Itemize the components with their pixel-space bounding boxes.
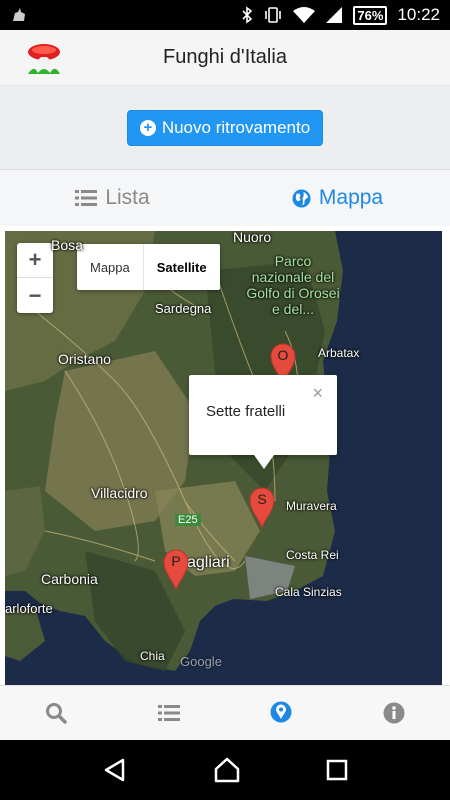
- tab-map-label: Mappa: [318, 186, 384, 209]
- park-label: Parco nazionale del Golfo di Orosei e de…: [246, 253, 340, 317]
- nav-list[interactable]: [113, 686, 226, 740]
- map-marker[interactable]: S: [249, 487, 275, 529]
- place-label: Muravera: [286, 499, 337, 513]
- recents-icon[interactable]: [326, 759, 348, 781]
- place-label: Bosa: [51, 237, 83, 253]
- place-label: Chia: [140, 649, 165, 663]
- info-window-text: Sette fratelli: [206, 403, 286, 420]
- app-title: Funghi d'Italia: [163, 46, 287, 68]
- signal-icon: [326, 7, 343, 23]
- globe-icon: [292, 188, 311, 208]
- new-finding-label: Nuovo ritrovamento: [161, 117, 311, 137]
- map-marker[interactable]: P: [163, 549, 189, 591]
- place-label: Oristano: [58, 351, 111, 367]
- back-icon[interactable]: [102, 757, 128, 783]
- place-label: Costa Rei: [286, 548, 339, 562]
- map-view[interactable]: + − Mappa Satellite Nuoro Bosa Parco naz…: [5, 231, 442, 685]
- nav-info[interactable]: [338, 686, 450, 740]
- map-type-control: Mappa Satellite: [77, 244, 220, 290]
- notification-icon: [13, 8, 25, 21]
- view-tabs: Lista Mappa: [0, 170, 450, 226]
- place-label: Carbonia: [41, 571, 98, 587]
- place-label: Cala Sinzias: [275, 585, 342, 599]
- status-bar: 76% 10:22: [0, 0, 450, 30]
- list-icon: [157, 705, 180, 721]
- nav-map[interactable]: [225, 686, 338, 740]
- tab-map[interactable]: Mappa: [225, 170, 450, 226]
- app-bar: Funghi d'Italia: [0, 30, 450, 86]
- place-label: agliari: [187, 554, 230, 571]
- bottom-navigation: [0, 685, 450, 740]
- mushroom-logo: [28, 44, 60, 74]
- info-icon: [383, 702, 405, 724]
- info-window: Sette fratelli ×: [189, 375, 337, 469]
- satellite-imagery: [5, 231, 442, 685]
- place-label: Villacidro: [91, 485, 148, 501]
- map-marker-icon: [270, 701, 292, 723]
- home-icon[interactable]: [213, 756, 241, 784]
- bluetooth-icon: [242, 6, 253, 24]
- place-label: Nuoro: [233, 231, 272, 245]
- system-navigation-bar: [0, 740, 450, 800]
- battery-indicator: 76%: [353, 5, 388, 25]
- zoom-control: + −: [17, 243, 53, 313]
- info-window-close-button[interactable]: ×: [312, 383, 323, 404]
- place-label: Sardegna: [155, 301, 212, 316]
- search-icon: [46, 703, 67, 724]
- zoom-in-button[interactable]: +: [17, 243, 53, 278]
- vibrate-icon: [265, 7, 282, 23]
- google-attribution: Google: [180, 654, 222, 669]
- plus-circle-icon: +: [139, 119, 156, 136]
- info-window-tail: [254, 455, 274, 469]
- wifi-icon: [293, 7, 316, 23]
- map-type-satellite-button[interactable]: Satellite: [144, 244, 220, 290]
- new-finding-button[interactable]: + Nuovo ritrovamento: [126, 109, 324, 146]
- marker-letter: S: [257, 491, 267, 507]
- place-label: arloforte: [5, 601, 53, 616]
- nav-search[interactable]: [0, 686, 113, 740]
- marker-letter: P: [171, 553, 181, 569]
- tab-list[interactable]: Lista: [0, 170, 225, 226]
- clock: 10:22: [397, 5, 440, 24]
- marker-letter: O: [277, 347, 289, 363]
- list-icon: [75, 190, 98, 206]
- map-type-map-button[interactable]: Mappa: [77, 244, 144, 290]
- zoom-out-button[interactable]: −: [17, 278, 53, 313]
- action-bar: + Nuovo ritrovamento: [0, 86, 450, 170]
- road-label: E25: [175, 514, 201, 526]
- place-label: Arbatax: [318, 346, 360, 360]
- tab-list-label: Lista: [105, 186, 150, 209]
